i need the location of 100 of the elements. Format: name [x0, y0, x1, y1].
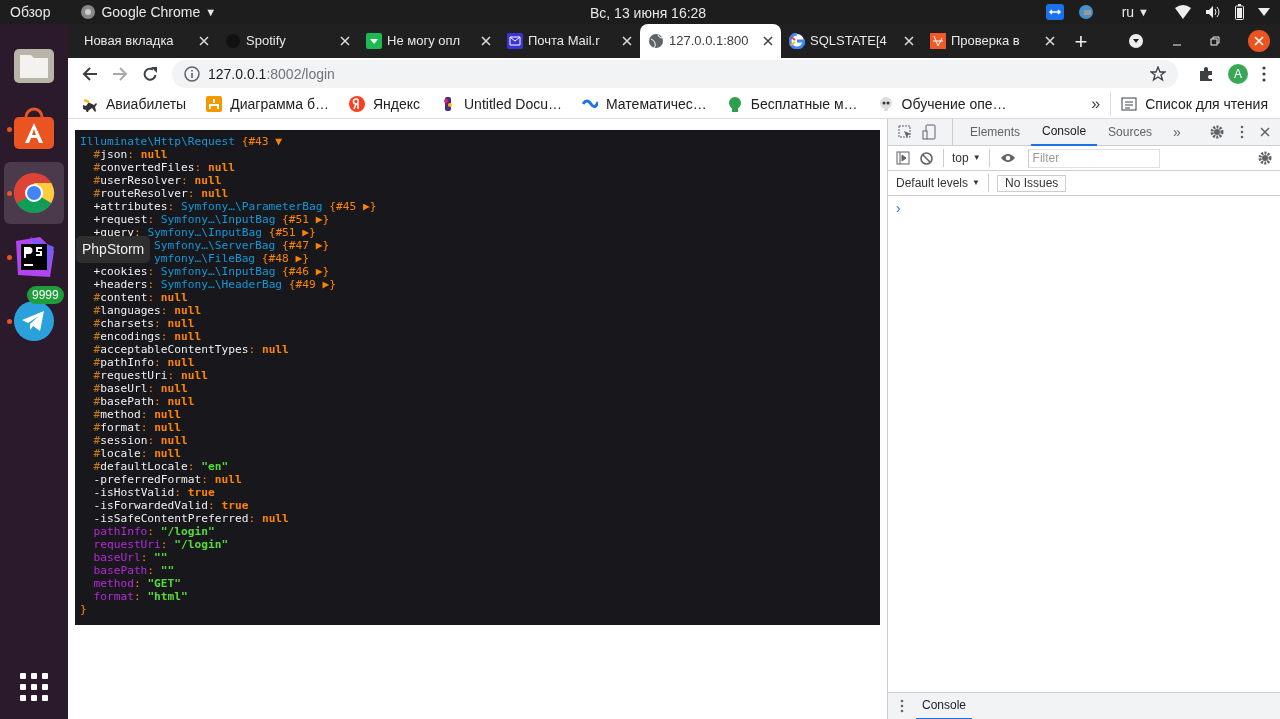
- restore-icon[interactable]: [1210, 36, 1220, 46]
- reload-icon[interactable]: [142, 66, 158, 82]
- browser-tab[interactable]: SQLSTATE[4: [781, 24, 922, 58]
- settings-icon[interactable]: [1210, 125, 1224, 139]
- browser-tab[interactable]: Новая вкладка: [76, 24, 217, 58]
- more-icon[interactable]: [1262, 66, 1266, 82]
- bookmark[interactable]: Обучение опе…: [877, 93, 1007, 115]
- bookmarks-overflow-button[interactable]: »: [1091, 92, 1112, 116]
- clear-icon[interactable]: [920, 151, 933, 165]
- list-icon: [1121, 96, 1138, 112]
- settings-icon[interactable]: [1258, 151, 1272, 165]
- colon: :: [154, 395, 161, 408]
- property-name: +cookies: [93, 265, 148, 278]
- close-icon[interactable]: [1248, 30, 1270, 52]
- info-icon: [184, 66, 200, 82]
- browser-tab[interactable]: Не могу опл: [358, 24, 499, 58]
- property-value: true: [187, 486, 215, 499]
- site-icon: [789, 33, 805, 49]
- property-value: null: [154, 447, 182, 460]
- back-icon[interactable]: [82, 66, 98, 82]
- property-name: #baseUrl: [93, 382, 148, 395]
- object-ref[interactable]: {#45 ▶}: [329, 200, 377, 213]
- tab-title: Проверка в: [951, 32, 1020, 51]
- browser-tab[interactable]: 127.0.0.1:800: [640, 24, 781, 58]
- property-name: #pathInfo: [93, 356, 155, 369]
- devtools-tab[interactable]: Console: [1031, 118, 1098, 146]
- property-value[interactable]: Symfony…\ServerBag: [154, 239, 276, 252]
- object-ref[interactable]: {#48 ▶}: [261, 252, 309, 265]
- browser-tab[interactable]: Проверка в: [922, 24, 1063, 58]
- object-ref[interactable]: {#46 ▶}: [282, 265, 330, 278]
- issues-button[interactable]: No Issues: [996, 174, 1067, 192]
- property-value[interactable]: Symfony…\HeaderBag: [160, 278, 283, 291]
- caret-icon: [1258, 8, 1270, 16]
- keyboard-layout[interactable]: ru: [1121, 1, 1135, 23]
- property-value[interactable]: Symfony…\InputBag: [160, 213, 276, 226]
- property-value[interactable]: Symfony…\InputBag: [160, 265, 276, 278]
- property-value[interactable]: Symfony…\ParameterBag: [181, 200, 323, 213]
- property-value: null: [208, 161, 235, 174]
- more-icon[interactable]: [1240, 125, 1244, 139]
- bookmark[interactable]: Untitled Docu…: [440, 93, 563, 115]
- devtools-tab[interactable]: Sources: [1097, 118, 1164, 146]
- log-levels-dropdown[interactable]: Default levels ▼: [896, 174, 989, 192]
- app-grid-icon[interactable]: [19, 672, 49, 702]
- reading-list-button[interactable]: Список для чтения: [1121, 93, 1268, 115]
- eye-icon[interactable]: [999, 152, 1016, 164]
- close-icon[interactable]: [763, 36, 773, 46]
- object-ref[interactable]: {#51 ▶}: [268, 226, 316, 239]
- new-tab-button[interactable]: +: [1063, 24, 1099, 58]
- property-value: null: [167, 356, 195, 369]
- drawer-tab[interactable]: Console: [916, 692, 973, 719]
- bookmark[interactable]: Яндекс: [348, 93, 420, 115]
- property-value: null: [201, 187, 229, 200]
- inspect-icon[interactable]: [898, 125, 912, 139]
- property-value[interactable]: Symfony…\InputBag: [147, 226, 262, 239]
- devtools-tab[interactable]: Elements: [959, 118, 1032, 146]
- device-icon[interactable]: [922, 124, 936, 140]
- bookmark[interactable]: Авиабилеты: [82, 93, 187, 115]
- property-value: null: [167, 317, 195, 330]
- app-menu[interactable]: Google Chrome: [101, 1, 201, 23]
- address-bar[interactable]: 127.0.0.1:8002/login: [172, 60, 1178, 88]
- bookmark-icon: [82, 96, 98, 112]
- bookmark[interactable]: Бесплатные м…: [726, 93, 858, 115]
- property-name: format: [93, 590, 134, 603]
- context-selector[interactable]: top ▼: [943, 149, 990, 167]
- property-name: -isHostValid: [93, 486, 175, 499]
- tab-title: SQLSTATE[4: [810, 32, 887, 51]
- property-value: "GET": [147, 577, 182, 590]
- dock-item[interactable]: [4, 162, 64, 224]
- console-prompt[interactable]: ›: [896, 200, 901, 216]
- bookmark[interactable]: Диаграмма б…: [206, 93, 329, 115]
- property-name: requestUri: [93, 538, 161, 551]
- property-value: null: [167, 395, 195, 408]
- sidebar-icon[interactable]: [896, 151, 910, 165]
- colon: :: [140, 408, 148, 421]
- clock[interactable]: Вс, 13 июня 16:28: [590, 3, 707, 24]
- puzzle-icon[interactable]: [1198, 66, 1214, 82]
- more-tabs-button[interactable]: »: [1173, 121, 1181, 143]
- bookmark-icon: [726, 96, 743, 112]
- site-icon: [930, 33, 946, 49]
- colon: :: [160, 538, 168, 551]
- property-name: #content: [93, 291, 148, 304]
- browser-tab[interactable]: Spotify: [217, 24, 358, 58]
- object-ref[interactable]: {#49 ▶}: [288, 278, 336, 291]
- activities-button[interactable]: Обзор: [10, 1, 51, 23]
- object-ref[interactable]: {#47 ▶}: [282, 239, 330, 252]
- colon: :: [127, 148, 134, 161]
- property-value: null: [160, 434, 188, 447]
- filter-field[interactable]: Filter: [1027, 148, 1160, 168]
- property-value[interactable]: ymfony…\FileBag: [154, 252, 256, 265]
- star-icon[interactable]: [1150, 66, 1166, 82]
- bookmark[interactable]: Математичес…: [582, 93, 707, 115]
- property-value: null: [174, 330, 202, 343]
- property-name: +request: [93, 213, 148, 226]
- property-value: null: [214, 473, 242, 486]
- object-ref[interactable]: {#51 ▶}: [282, 213, 330, 226]
- browser-tab[interactable]: Почта Mail.r: [499, 24, 640, 58]
- tab-search-icon[interactable]: [1128, 33, 1144, 49]
- object-ref[interactable]: {#43 ▼: [241, 135, 283, 148]
- property-name: #languages: [93, 304, 161, 317]
- more-icon[interactable]: [900, 699, 904, 713]
